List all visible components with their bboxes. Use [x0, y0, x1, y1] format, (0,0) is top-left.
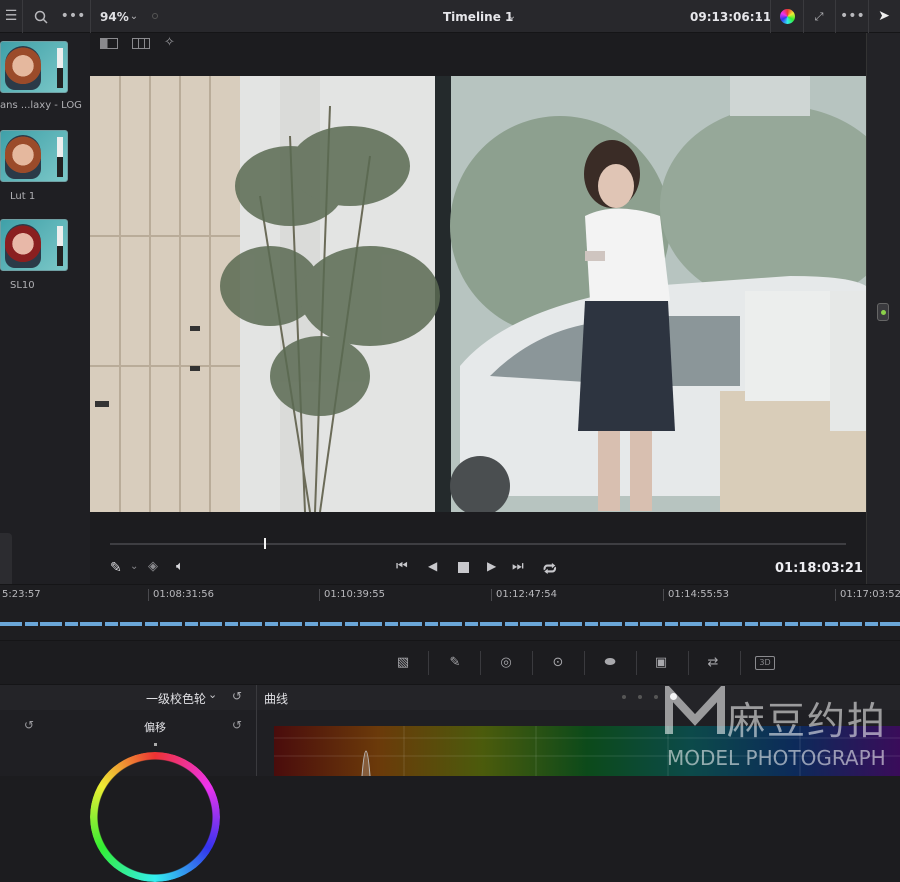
ruler-tick-label: 5:23:57	[2, 589, 41, 600]
wheels-mode-selector[interactable]: 一级校色轮	[146, 690, 206, 707]
reset-icon[interactable]: ↺	[24, 718, 34, 732]
zoom-dropdown-chevron-icon[interactable]: ⌄	[126, 0, 142, 33]
page-dot-active-icon[interactable]	[670, 693, 677, 700]
search-icon[interactable]	[30, 0, 52, 37]
page-dot-icon[interactable]	[622, 695, 626, 699]
divider	[22, 0, 23, 33]
loop-icon[interactable]: 🔁︎	[543, 558, 557, 579]
divider	[835, 0, 836, 33]
divider	[770, 0, 771, 33]
divider	[480, 651, 481, 675]
ruler-tick-label: 01:10:39:55	[319, 589, 385, 601]
ruler-tick-label: 01:08:31:56	[148, 589, 214, 601]
gallery-panel: ans ...laxy - LOG Lut 1 SL10	[0, 33, 90, 589]
color-tools-toolbar: ▧ ✎ ◎ ⊙ ⬬ ▣ ⇄ 3D	[0, 640, 900, 684]
curves-tool-icon[interactable]: ▧	[393, 653, 413, 673]
still-bars	[57, 48, 63, 88]
divider	[256, 710, 257, 776]
divider	[868, 0, 869, 33]
divider	[636, 651, 637, 675]
play-icon[interactable]: ▶︎	[487, 559, 496, 573]
ruler-tick-label: 01:14:55:53	[663, 589, 729, 601]
zoom-level[interactable]: 94%	[100, 10, 129, 24]
divider	[740, 651, 741, 675]
go-to-last-frame-icon[interactable]: ⏭︎	[512, 559, 524, 574]
viewer-options-icon[interactable]: •••	[840, 0, 865, 33]
sizing-tool-icon[interactable]: ⇄	[703, 653, 723, 673]
still-image	[5, 135, 41, 179]
reset-wheels-icon[interactable]: ↺	[232, 689, 242, 703]
speaker-icon[interactable]: 🔈︎	[176, 559, 184, 574]
curves-graph[interactable]	[274, 726, 900, 776]
offset-color-wheel[interactable]	[90, 752, 220, 882]
eyedropper-icon[interactable]: ✎	[110, 560, 122, 576]
single-view-icon[interactable]	[100, 38, 118, 49]
wheels-mode-chevron-icon[interactable]: ⌄	[208, 688, 217, 701]
color-panel-header: 一级校色轮 ⌄ ↺ 曲线	[0, 684, 900, 711]
offset-wheel-label: 偏移	[144, 721, 166, 734]
transport-controls: ✎ ⌄ ◈ 🔈︎ ⏮︎ ◀︎ ▶︎ ⏭︎ 🔁︎ 01:18:03:21	[90, 533, 866, 584]
still-thumbnail[interactable]	[0, 130, 68, 182]
clip-track[interactable]	[0, 622, 900, 626]
stop-icon[interactable]	[458, 562, 469, 573]
divider	[90, 0, 91, 33]
divider	[428, 651, 429, 675]
still-thumbnail[interactable]	[0, 219, 68, 271]
page-dot-icon[interactable]	[654, 695, 658, 699]
mini-timeline[interactable]: 5:23:57 01:08:31:56 01:10:39:55 01:12:47…	[0, 584, 900, 640]
divider	[584, 651, 585, 675]
go-to-first-frame-icon[interactable]: ⏮︎	[396, 559, 408, 574]
viewer-image[interactable]	[90, 76, 866, 512]
divider	[803, 0, 804, 33]
blur-tool-icon[interactable]: ⬬	[600, 653, 620, 673]
divider	[532, 651, 533, 675]
still-label: Lut 1	[10, 191, 36, 202]
video-frame	[90, 76, 866, 512]
pointer-tool-icon[interactable]: ➤	[874, 0, 894, 33]
node-output[interactable]	[877, 303, 889, 321]
play-reverse-icon[interactable]: ◀︎	[428, 559, 437, 573]
status-dot-icon	[152, 13, 158, 19]
top-toolbar: ☰ ••• 94% ⌄ Timeline 1 ⌄ 09:13:06:11 ⌄ ⤢…	[0, 0, 900, 33]
curves-panel-title: 曲线	[264, 692, 289, 706]
reset-offset-icon[interactable]: ↺	[232, 718, 242, 732]
window-tool-icon[interactable]: ◎	[496, 653, 516, 673]
qualifier-tool-icon[interactable]: ✎	[445, 653, 465, 673]
wheel-tick	[154, 743, 157, 746]
eyedropper-dropdown-chevron-icon[interactable]: ⌄	[130, 561, 138, 572]
still-thumbnail[interactable]	[0, 41, 68, 93]
still-image	[5, 224, 41, 268]
3d-tool-icon[interactable]: 3D	[755, 656, 775, 670]
list-view-icon[interactable]: ☰	[0, 0, 22, 33]
more-options-icon[interactable]: •••	[60, 0, 86, 33]
tracker-tool-icon[interactable]: ⊙	[548, 653, 568, 673]
timeline-name[interactable]: Timeline 1	[443, 10, 513, 24]
divider	[688, 651, 689, 675]
still-bars	[57, 137, 63, 177]
still-label: SL10	[10, 280, 35, 291]
ruler-tick-label: 01:12:47:54	[491, 589, 557, 601]
fullscreen-icon[interactable]: ⤢	[810, 0, 828, 33]
timecode-dropdown-chevron-icon[interactable]: ⌄	[752, 0, 766, 33]
timeline-dropdown-chevron-icon[interactable]: ⌄	[504, 0, 520, 33]
ruler-tick-label: 01:17:03:52	[835, 589, 900, 601]
playback-timecode: 01:18:03:21	[775, 561, 863, 576]
viewer-subtoolbar: ✧	[90, 33, 866, 53]
node-output-dot-icon	[880, 310, 886, 315]
key-tool-icon[interactable]: ▣	[651, 653, 671, 673]
page-dot-icon[interactable]	[638, 695, 642, 699]
still-image	[5, 46, 41, 90]
still-bars	[57, 226, 63, 266]
curves-grid	[274, 726, 900, 776]
node-editor-strip	[866, 33, 900, 584]
layers-icon[interactable]: ◈	[148, 559, 158, 574]
divider	[256, 685, 257, 711]
magic-wand-icon[interactable]: ✧	[164, 35, 175, 50]
split-view-icon[interactable]	[132, 38, 150, 49]
still-label: ans ...laxy - LOG	[0, 100, 82, 111]
color-wheel-icon[interactable]	[780, 9, 795, 24]
gallery-collapse-handle[interactable]	[0, 533, 12, 589]
